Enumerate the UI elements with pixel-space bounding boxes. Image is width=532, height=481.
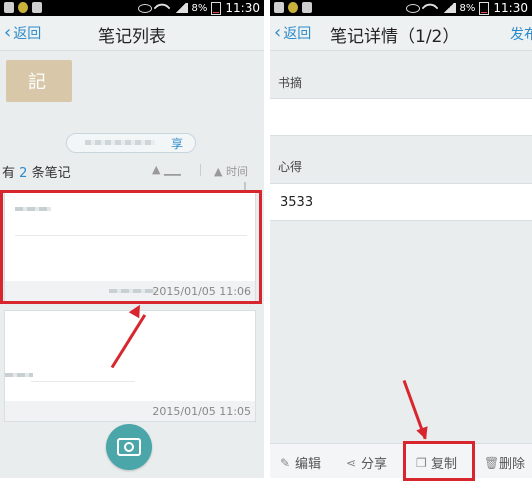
- camera-button[interactable]: [106, 424, 152, 470]
- highlight-box: [403, 441, 475, 481]
- redacted-text: [5, 373, 33, 377]
- battery-percent: 8%: [191, 2, 208, 14]
- edit-icon: ✎: [280, 455, 291, 470]
- delete-button[interactable]: 🗑 删除: [484, 453, 525, 473]
- signal-icon: [441, 3, 456, 13]
- divider: [31, 381, 135, 382]
- page-title: 笔记列表: [98, 27, 166, 47]
- status-bar: 8% 11:30: [0, 0, 264, 17]
- wifi-icon: [153, 0, 171, 17]
- battery-percent: 8%: [459, 2, 476, 14]
- wifi-icon: [421, 0, 439, 17]
- note-count: 有 2 条笔记: [2, 166, 71, 181]
- note-timestamp: 2015/01/05 11:05: [152, 405, 251, 418]
- sort-time-button[interactable]: ▲ 时间: [214, 163, 248, 179]
- camera-icon: [117, 438, 141, 456]
- excerpt-label: 书摘: [278, 76, 303, 90]
- clock: 11:30: [225, 1, 260, 15]
- app-notification-icon: [18, 2, 28, 13]
- share-icon: ⋖: [346, 455, 357, 470]
- signal-icon: [173, 3, 188, 13]
- note-footer: 2015/01/05 11:05: [5, 401, 255, 421]
- status-bar: 8% 11:30: [270, 0, 532, 17]
- top-bar: ‹ 返回 笔记列表: [0, 16, 264, 51]
- highlight-box: [0, 190, 262, 304]
- trash-icon: 🗑: [484, 455, 500, 470]
- sort-divider: [200, 164, 201, 176]
- share-label: 享: [170, 137, 183, 151]
- battery-icon: [479, 1, 490, 15]
- thoughts-field[interactable]: 3533: [270, 183, 532, 221]
- notification-icon: [274, 2, 284, 13]
- excerpt-field[interactable]: [270, 98, 532, 136]
- book-cover[interactable]: 記: [6, 60, 72, 102]
- sort-other-button[interactable]: ▲ ▁▁: [152, 163, 181, 176]
- share-button[interactable]: ⋖ 分享: [346, 453, 387, 473]
- image-notification-icon: [302, 2, 312, 13]
- image-notification-icon: [32, 2, 42, 13]
- eye-icon: [137, 3, 152, 13]
- page-title: 笔记详情（1/2）: [330, 27, 460, 47]
- note-list-screen: 8% 11:30 ‹ 返回 笔记列表 記 享 有 2 条笔记 ▲ ▁▁ ▲ 时间 …: [0, 0, 264, 478]
- edit-button[interactable]: ✎ 编辑: [280, 453, 321, 473]
- share-button[interactable]: 享: [66, 133, 196, 153]
- clock: 11:30: [493, 1, 528, 15]
- back-label: 返回: [283, 26, 312, 42]
- bottom-toolbar: ✎ 编辑 ⋖ 分享 ❐ 复制 🗑 删除: [270, 443, 532, 478]
- battery-icon: [211, 1, 222, 15]
- pointer-arrowhead: [416, 426, 432, 442]
- thoughts-value: 3533: [280, 195, 314, 210]
- thoughts-label: 心得: [278, 160, 303, 174]
- eye-icon: [405, 3, 420, 13]
- chevron-left-icon: ‹: [274, 22, 282, 43]
- note-detail-screen: 8% 11:30 ‹ 返回 笔记详情（1/2） 发布 书摘 心得 3533 ✎ 编辑…: [270, 0, 532, 478]
- back-button[interactable]: ‹ 返回: [274, 23, 311, 43]
- redacted-text: [85, 140, 155, 145]
- publish-button[interactable]: 发布: [510, 24, 532, 44]
- top-bar: ‹ 返回 笔记详情（1/2） 发布: [270, 16, 532, 51]
- notification-icon: [4, 2, 14, 13]
- app-notification-icon: [288, 2, 298, 13]
- note-card[interactable]: 2015/01/05 11:05: [4, 310, 256, 422]
- book-cover-glyph: 記: [28, 72, 46, 93]
